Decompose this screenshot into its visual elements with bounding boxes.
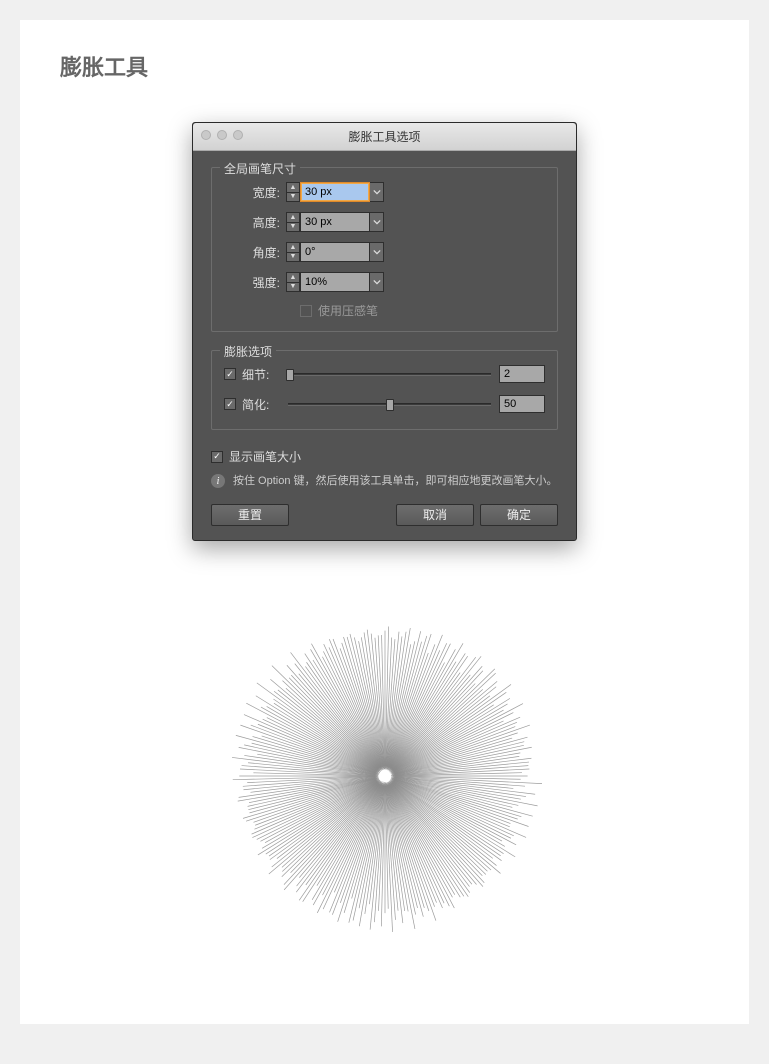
chevron-down-icon xyxy=(373,218,381,226)
bloat-options-fieldset: 膨胀选项 ✓ 细节: 2 ✓ 简化: xyxy=(211,350,558,430)
page: 膨胀工具 膨胀工具选项 全局画笔尺寸 宽度: ▲▼ 高度: xyxy=(20,20,749,1024)
detail-checkbox[interactable]: ✓ xyxy=(224,368,236,380)
angle-dropdown[interactable] xyxy=(370,242,384,262)
width-label: 宽度: xyxy=(224,184,280,201)
detail-label-group: ✓ 细节: xyxy=(224,366,280,383)
height-row: 高度: ▲▼ xyxy=(224,212,545,232)
show-brush-size-checkbox[interactable]: ✓ xyxy=(211,451,223,463)
stepper-down-icon[interactable]: ▼ xyxy=(287,283,299,292)
pressure-pen-row: 使用压感笔 xyxy=(300,302,545,319)
width-row: 宽度: ▲▼ xyxy=(224,182,545,202)
height-dropdown[interactable] xyxy=(370,212,384,232)
angle-row: 角度: ▲▼ xyxy=(224,242,545,262)
width-dropdown[interactable] xyxy=(370,182,384,202)
stepper-up-icon[interactable]: ▲ xyxy=(287,183,299,193)
cancel-button[interactable]: 取消 xyxy=(396,504,474,526)
height-stepper[interactable]: ▲▼ xyxy=(286,212,300,232)
width-input[interactable] xyxy=(300,182,370,202)
angle-label: 角度: xyxy=(224,244,280,261)
stepper-up-icon[interactable]: ▲ xyxy=(287,213,299,223)
bloat-tool-options-dialog: 膨胀工具选项 全局画笔尺寸 宽度: ▲▼ 高度: ▲▼ xyxy=(192,122,577,541)
intensity-input[interactable] xyxy=(300,272,370,292)
intensity-dropdown[interactable] xyxy=(370,272,384,292)
bloat-effect-preview xyxy=(60,611,709,941)
simplify-row: ✓ 简化: 50 xyxy=(224,395,545,413)
stepper-down-icon[interactable]: ▼ xyxy=(287,223,299,232)
show-brush-size-row: ✓ 显示画笔大小 xyxy=(211,448,558,465)
stepper-down-icon[interactable]: ▼ xyxy=(287,253,299,262)
pressure-pen-label: 使用压感笔 xyxy=(318,302,378,319)
info-text: 按住 Option 键，然后使用该工具单击，即可相应地更改画笔大小。 xyxy=(233,473,558,490)
reset-button[interactable]: 重置 xyxy=(211,504,289,526)
show-brush-size-label: 显示画笔大小 xyxy=(229,448,301,465)
button-group-right: 取消 确定 xyxy=(396,504,558,526)
simplify-slider[interactable] xyxy=(288,396,491,412)
window-minimize-icon[interactable] xyxy=(217,130,227,140)
chevron-down-icon xyxy=(373,278,381,286)
simplify-label: 简化: xyxy=(242,396,269,413)
ok-button[interactable]: 确定 xyxy=(480,504,558,526)
slider-track xyxy=(288,373,491,376)
page-title: 膨胀工具 xyxy=(60,50,709,82)
intensity-label: 强度: xyxy=(224,274,280,291)
detail-value[interactable]: 2 xyxy=(499,365,545,383)
stepper-up-icon[interactable]: ▲ xyxy=(287,243,299,253)
angle-stepper[interactable]: ▲▼ xyxy=(286,242,300,262)
intensity-stepper[interactable]: ▲▼ xyxy=(286,272,300,292)
detail-row: ✓ 细节: 2 xyxy=(224,365,545,383)
pressure-pen-checkbox xyxy=(300,305,312,317)
height-input[interactable] xyxy=(300,212,370,232)
detail-label: 细节: xyxy=(242,366,269,383)
chevron-down-icon xyxy=(373,248,381,256)
dialog-body: 全局画笔尺寸 宽度: ▲▼ 高度: ▲▼ 角度: ▲▼ xyxy=(193,151,576,540)
window-close-icon[interactable] xyxy=(201,130,211,140)
window-zoom-icon[interactable] xyxy=(233,130,243,140)
global-brush-fieldset: 全局画笔尺寸 宽度: ▲▼ 高度: ▲▼ 角度: ▲▼ xyxy=(211,167,558,332)
starburst-graphic xyxy=(220,611,550,941)
info-icon: i xyxy=(211,474,225,488)
simplify-checkbox[interactable]: ✓ xyxy=(224,398,236,410)
intensity-row: 强度: ▲▼ xyxy=(224,272,545,292)
slider-thumb[interactable] xyxy=(386,399,394,411)
height-label: 高度: xyxy=(224,214,280,231)
slider-thumb[interactable] xyxy=(286,369,294,381)
global-brush-legend: 全局画笔尺寸 xyxy=(220,160,300,177)
simplify-value[interactable]: 50 xyxy=(499,395,545,413)
stepper-up-icon[interactable]: ▲ xyxy=(287,273,299,283)
bloat-options-legend: 膨胀选项 xyxy=(220,343,276,360)
angle-input[interactable] xyxy=(300,242,370,262)
dialog-titlebar: 膨胀工具选项 xyxy=(193,123,576,151)
simplify-label-group: ✓ 简化: xyxy=(224,396,280,413)
stepper-down-icon[interactable]: ▼ xyxy=(287,193,299,202)
info-row: i 按住 Option 键，然后使用该工具单击，即可相应地更改画笔大小。 xyxy=(211,473,558,490)
chevron-down-icon xyxy=(373,188,381,196)
detail-slider[interactable] xyxy=(288,366,491,382)
window-controls xyxy=(201,130,243,140)
width-stepper[interactable]: ▲▼ xyxy=(286,182,300,202)
button-row: 重置 取消 确定 xyxy=(211,504,558,526)
dialog-title: 膨胀工具选项 xyxy=(348,128,420,145)
